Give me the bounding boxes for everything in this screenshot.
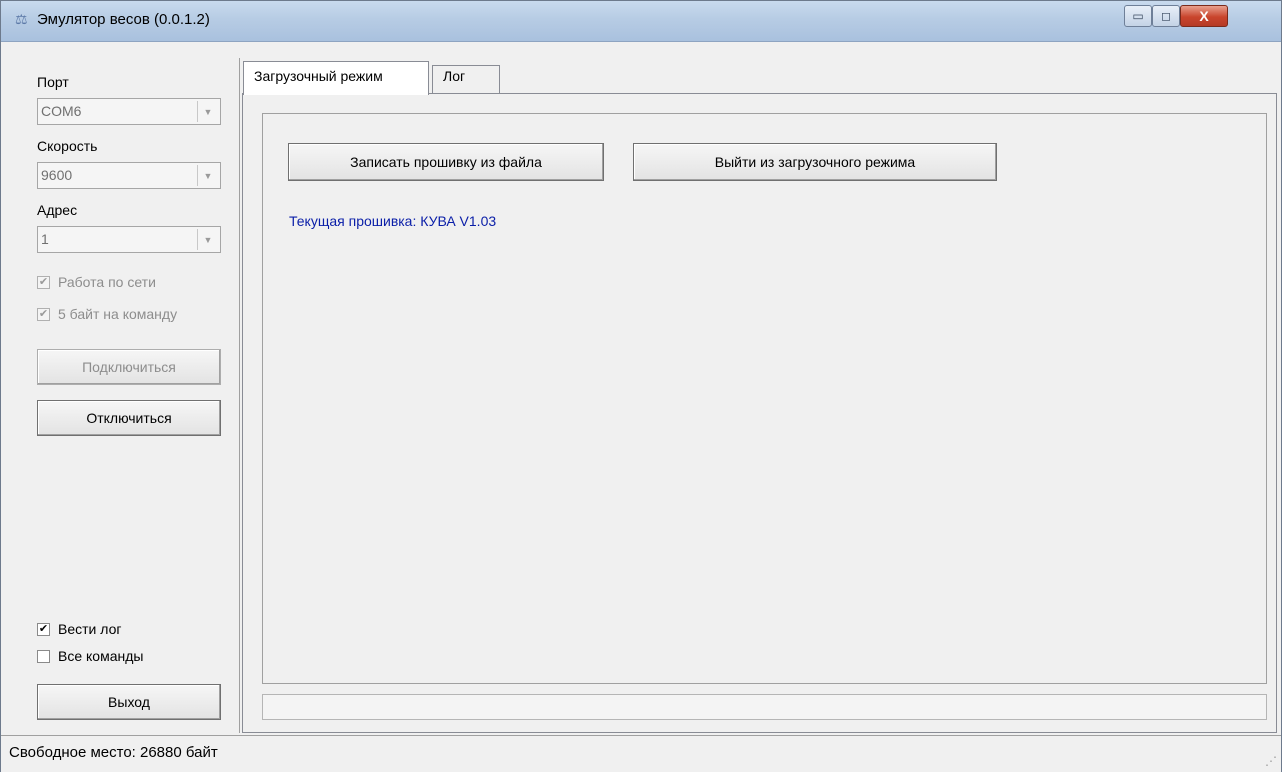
disconnect-label: Отключиться bbox=[86, 410, 172, 426]
log-checkbox[interactable]: ✔ bbox=[37, 622, 50, 636]
log-checkbox-row[interactable]: ✔ Вести лог bbox=[37, 621, 121, 637]
status-bar: Свободное место: 26880 байт ⋰ bbox=[1, 735, 1281, 772]
network-label: Работа по сети bbox=[58, 274, 156, 290]
minimize-icon: ▭ bbox=[1132, 9, 1144, 23]
scales-icon: ⚖ bbox=[15, 11, 28, 27]
connect-label: Подключиться bbox=[82, 359, 176, 375]
chevron-down-icon[interactable]: ▼ bbox=[197, 165, 218, 186]
port-label: Порт bbox=[37, 74, 69, 90]
free-space-text: Свободное место: 26880 байт bbox=[9, 744, 218, 761]
tab-log-label: Лог bbox=[443, 68, 466, 84]
all-commands-checkbox[interactable] bbox=[37, 649, 50, 663]
tab-log[interactable]: Лог bbox=[432, 65, 500, 93]
close-icon: X bbox=[1199, 8, 1209, 24]
speed-select[interactable]: 9600 ▼ bbox=[37, 162, 221, 189]
connect-button[interactable]: Подключиться bbox=[37, 349, 221, 385]
bootloader-group: Записать прошивку из файла Выйти из загр… bbox=[262, 113, 1267, 684]
address-select[interactable]: 1 ▼ bbox=[37, 226, 221, 253]
close-button[interactable]: X bbox=[1180, 5, 1228, 27]
chevron-down-icon[interactable]: ▼ bbox=[197, 229, 218, 250]
minimize-button[interactable]: ▭ bbox=[1124, 5, 1152, 27]
write-firmware-label: Записать прошивку из файла bbox=[350, 154, 542, 170]
port-select[interactable]: COM6 ▼ bbox=[37, 98, 221, 125]
tab-bootloader-label: Загрузочный режим bbox=[254, 68, 383, 84]
exit-label: Выход bbox=[108, 694, 150, 710]
resize-grip-icon[interactable]: ⋰ bbox=[1265, 754, 1277, 768]
tab-bootloader[interactable]: Загрузочный режим bbox=[243, 61, 429, 95]
window-title: Эмулятор весов (0.0.1.2) bbox=[37, 11, 210, 28]
network-checkbox[interactable]: ✔ bbox=[37, 275, 50, 289]
speed-label: Скорость bbox=[37, 138, 98, 154]
five-bytes-label: 5 байт на команду bbox=[58, 306, 178, 322]
write-firmware-button[interactable]: Записать прошивку из файла bbox=[288, 143, 604, 181]
all-commands-label: Все команды bbox=[58, 648, 144, 664]
chevron-down-icon[interactable]: ▼ bbox=[197, 101, 218, 122]
all-commands-checkbox-row[interactable]: Все команды bbox=[37, 648, 143, 664]
exit-boot-mode-button[interactable]: Выйти из загрузочного режима bbox=[633, 143, 997, 181]
maximize-button[interactable]: ◻ bbox=[1152, 5, 1180, 27]
app-window: ⚖ Эмулятор весов (0.0.1.2) ▭ ◻ X Порт CO… bbox=[0, 0, 1282, 772]
exit-button[interactable]: Выход bbox=[37, 684, 221, 720]
speed-value: 9600 bbox=[41, 167, 73, 183]
log-label: Вести лог bbox=[58, 621, 122, 637]
progress-bar bbox=[262, 694, 1267, 720]
title-bar[interactable]: ⚖ Эмулятор весов (0.0.1.2) ▭ ◻ X bbox=[1, 1, 1281, 42]
connection-panel: Порт COM6 ▼ Скорость 9600 ▼ Адрес 1 ▼ ✔ … bbox=[27, 58, 240, 733]
five-bytes-checkbox[interactable]: ✔ bbox=[37, 307, 50, 321]
bootloader-panel: Записать прошивку из файла Выйти из загр… bbox=[242, 93, 1277, 733]
five-bytes-checkbox-row[interactable]: ✔ 5 байт на команду bbox=[37, 306, 177, 322]
network-checkbox-row[interactable]: ✔ Работа по сети bbox=[37, 274, 156, 290]
exit-boot-mode-label: Выйти из загрузочного режима bbox=[714, 154, 916, 170]
address-value: 1 bbox=[41, 231, 49, 247]
disconnect-button[interactable]: Отключиться bbox=[37, 400, 221, 436]
address-label: Адрес bbox=[37, 202, 78, 218]
current-firmware-text: Текущая прошивка: КУВА V1.03 bbox=[289, 213, 497, 229]
port-value: COM6 bbox=[41, 103, 82, 119]
maximize-icon: ◻ bbox=[1161, 9, 1171, 23]
